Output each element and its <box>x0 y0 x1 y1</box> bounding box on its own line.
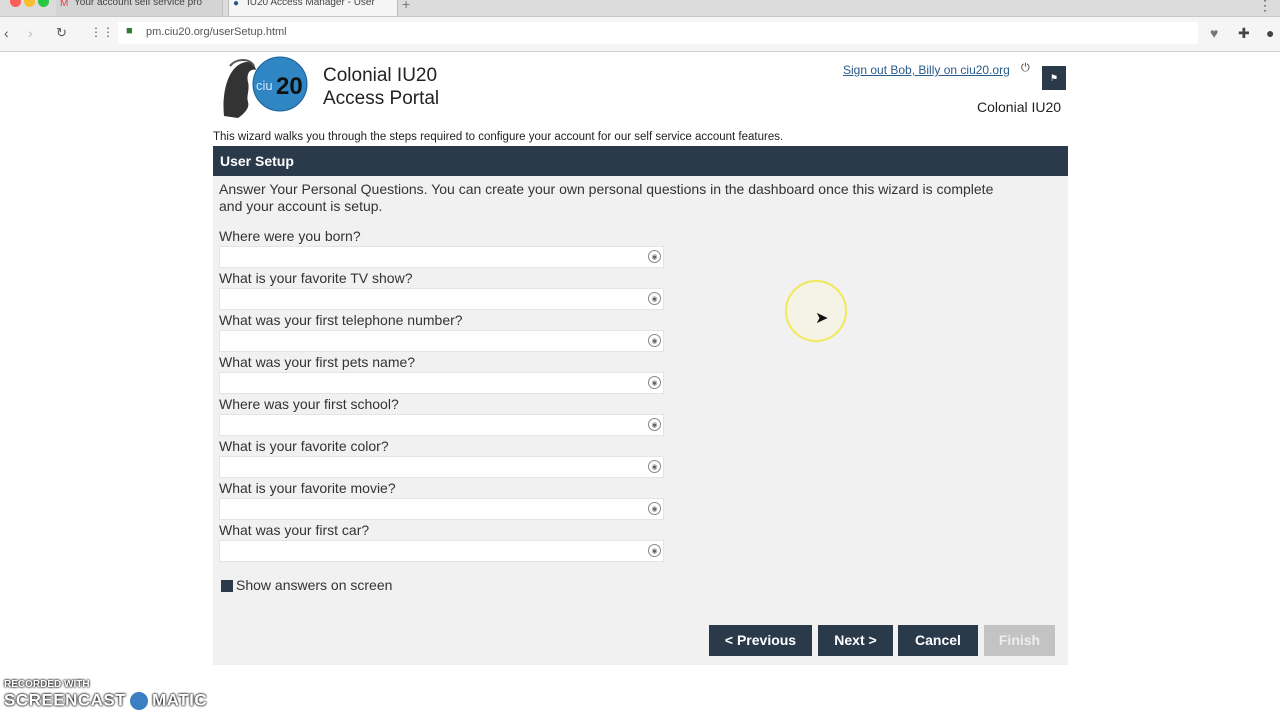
panel-header: User Setup <box>213 146 1068 176</box>
address-bar[interactable]: ■ pm.ciu20.org/userSetup.html <box>118 22 1198 44</box>
url-text: pm.ciu20.org/userSetup.html <box>146 26 287 38</box>
gmail-icon: M <box>60 0 69 9</box>
browser-tab-access-manager[interactable]: ● IU20 Access Manager - User <box>228 0 398 16</box>
user-setup-panel: Answer Your Personal Questions. You can … <box>213 176 1068 665</box>
forward-icon[interactable]: › <box>28 25 33 41</box>
panel-title: User Setup <box>220 153 294 169</box>
next-button[interactable]: Next > <box>818 625 893 656</box>
finish-button[interactable]: Finish <box>984 625 1055 656</box>
answer-input[interactable]: ◉ <box>219 456 664 478</box>
flag-icon: ⚑ <box>1049 73 1059 83</box>
answer-input[interactable]: ◉ <box>219 372 664 394</box>
answer-input[interactable]: ◉ <box>219 414 664 436</box>
question-label: Where were you born? <box>219 228 361 244</box>
site-favicon-icon: ● <box>233 0 240 9</box>
close-window-icon[interactable] <box>10 0 21 7</box>
tab-label: Your account self service pro <box>74 0 203 8</box>
show-password-icon[interactable]: ◉ <box>648 250 661 263</box>
show-password-icon[interactable]: ◉ <box>648 460 661 473</box>
reload-icon[interactable]: ↻ <box>56 25 67 41</box>
org-name: Colonial IU20 <box>977 99 1062 115</box>
ciu20-logo: ciu 20 <box>220 56 310 120</box>
minimize-window-icon[interactable] <box>24 0 35 7</box>
show-password-icon[interactable]: ◉ <box>648 418 661 431</box>
mouse-pointer-icon: ➤ <box>815 310 829 327</box>
portal-title: Colonial IU20 Access Portal <box>323 64 439 110</box>
lock-icon: ■ <box>126 25 133 37</box>
watermark-brand-left: SCREENCAST <box>4 690 127 710</box>
tab-label: IU20 Access Manager - User <box>247 0 375 8</box>
question-label: What was your first car? <box>219 522 370 538</box>
show-password-icon[interactable]: ◉ <box>648 334 661 347</box>
browser-tab-gmail[interactable]: M Your account self service pro <box>56 0 223 16</box>
instructions-text: Answer Your Personal Questions. You can … <box>219 181 994 214</box>
watermark-line1: RECORDED WITH <box>4 679 90 690</box>
wizard-intro-text: This wizard walks you through the steps … <box>213 131 784 143</box>
portal-title-line2: Access Portal <box>323 88 440 109</box>
flag-button[interactable]: ⚑ <box>1042 66 1066 90</box>
answer-input[interactable]: ◉ <box>219 330 664 352</box>
portal-title-line1: Colonial IU20 <box>323 65 438 86</box>
question-label: What is your favorite color? <box>219 438 389 454</box>
question-label: What was your first telephone number? <box>219 312 463 328</box>
show-password-icon[interactable]: ◉ <box>648 292 661 305</box>
show-password-icon[interactable]: ◉ <box>648 544 661 557</box>
show-password-icon[interactable]: ◉ <box>648 502 661 515</box>
apps-grid-icon[interactable]: ⋮⋮ <box>90 25 114 39</box>
question-label: What is your favorite movie? <box>219 480 396 496</box>
watermark-brand-right: MATIC <box>152 690 208 710</box>
question-label: What was your first pets name? <box>219 354 416 370</box>
browser-tab-bar: M Your account self service pro ● IU20 A… <box>0 0 1280 17</box>
window-menu-icon[interactable]: ⋮ <box>1258 0 1272 14</box>
recorder-watermark: RECORDED WITH SCREENCAST MATIC <box>4 679 207 712</box>
question-label: Where was your first school? <box>219 396 399 412</box>
question-label: What is your favorite TV show? <box>219 270 413 286</box>
back-icon[interactable]: ‹ <box>4 25 9 41</box>
show-password-icon[interactable]: ◉ <box>648 376 661 389</box>
cancel-button[interactable]: Cancel <box>898 625 978 656</box>
heart-extension-icon[interactable]: ♥ <box>1210 25 1218 41</box>
browser-toolbar: ‹ › ↻ ⋮⋮ ■ pm.ciu20.org/userSetup.html ♥… <box>0 17 1280 52</box>
answer-input[interactable]: ◉ <box>219 288 664 310</box>
profile-icon[interactable]: ● <box>1266 25 1274 41</box>
svg-text:20: 20 <box>276 73 303 100</box>
show-answers-label[interactable]: Show answers on screen <box>236 577 392 593</box>
answer-input[interactable]: ◉ <box>219 540 664 562</box>
svg-text:ciu: ciu <box>256 78 273 93</box>
new-tab-icon[interactable]: + <box>402 0 410 12</box>
answer-input[interactable]: ◉ <box>219 246 664 268</box>
extension-icon[interactable]: ✚ <box>1238 25 1250 42</box>
previous-button[interactable]: < Previous <box>709 625 812 656</box>
answer-input[interactable]: ◉ <box>219 498 664 520</box>
maximize-window-icon[interactable] <box>38 0 49 7</box>
record-icon <box>128 690 151 712</box>
power-icon[interactable]: ⏻ <box>1021 62 1030 75</box>
show-answers-checkbox[interactable] <box>221 580 233 592</box>
sign-out-link[interactable]: Sign out Bob, Billy on ciu20.org <box>843 63 1010 77</box>
